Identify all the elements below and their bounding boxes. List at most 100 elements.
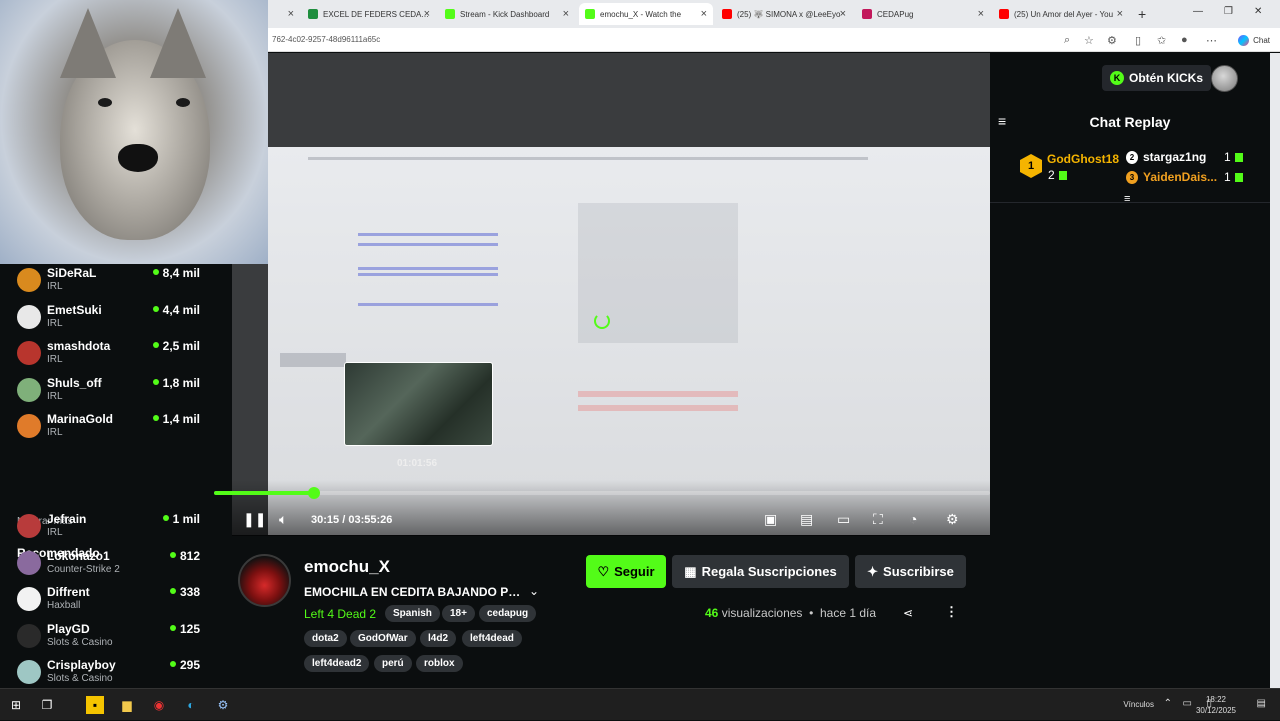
tag-pill[interactable]: left4dead2 <box>304 655 370 672</box>
gifter-name: YaidenDais... <box>1143 170 1218 184</box>
heart-icon: ♡ <box>597 563 610 579</box>
chevron-down-icon[interactable]: ⌄ <box>529 584 539 598</box>
more-options-icon[interactable]: ⋮ <box>945 604 958 620</box>
tag-pill[interactable]: left4dead <box>462 630 522 647</box>
sticky-notes-icon[interactable]: ▪ <box>86 696 104 714</box>
speed-icon[interactable]: ◔ <box>909 511 917 527</box>
tab-title: CEDAPug <box>877 9 914 19</box>
miniplayer-icon[interactable]: ▭ <box>837 511 850 528</box>
sidebar-channel[interactable]: Jefrain IRL 1 mil <box>17 510 207 544</box>
gift-subs-button[interactable]: ▦ Regala Suscripciones <box>672 555 849 588</box>
browser-tab[interactable]: CEDAPug × <box>856 3 990 25</box>
maximize-icon[interactable]: ❐ <box>1224 6 1233 17</box>
tag-pill[interactable]: perú <box>374 655 412 672</box>
close-icon[interactable]: × <box>701 8 707 20</box>
page-scrollbar[interactable] <box>1270 53 1280 688</box>
clip-icon[interactable]: ▣ <box>764 511 777 528</box>
browser-tab[interactable]: (25) Un Amor del Ayer - You × <box>993 3 1129 25</box>
tag-pill[interactable]: Spanish <box>385 605 440 622</box>
tag-pill[interactable]: cedapug <box>479 605 537 622</box>
share-icon[interactable]: ⋖ <box>903 606 913 620</box>
seek-handle[interactable] <box>307 487 320 499</box>
edge-icon[interactable]: ◐ <box>182 696 200 714</box>
rank-badge-icon: 2 <box>1126 151 1138 164</box>
close-icon[interactable]: × <box>563 8 569 20</box>
task-view-icon[interactable]: ❐ <box>38 696 56 714</box>
tag-pill[interactable]: 18+ <box>442 605 475 622</box>
chat-divider <box>990 202 1270 203</box>
extension-icon[interactable]: ⚙ <box>1107 34 1117 47</box>
sidebar-channel[interactable]: Crisplayboy Slots & Casino 295 <box>17 656 207 690</box>
split-screen-icon[interactable]: ▯ <box>1135 34 1141 47</box>
kick-coin-icon: K <box>1110 71 1124 85</box>
sidebar-channel[interactable]: smashdota IRL 2,5 mil <box>17 337 207 371</box>
keyboard-icon[interactable]: ▭ <box>1183 698 1192 709</box>
browser-tab[interactable]: Stream - Kick Dashboard × <box>439 3 575 25</box>
tag-pill[interactable]: roblox <box>416 655 463 672</box>
zoom-icon[interactable]: ⌕ <box>1064 34 1070 47</box>
steam-icon[interactable]: ⚙ <box>214 696 232 714</box>
sidebar-channel[interactable]: Lokonazo1 Counter-Strike 2 812 <box>17 547 207 581</box>
favorite-icon[interactable]: ☆ <box>1084 34 1094 47</box>
follow-button[interactable]: ♡ Seguir <box>586 555 666 588</box>
browser-tab[interactable]: emochu_X - Watch the × <box>579 3 713 25</box>
clock[interactable]: 18:22 30/12/2025 <box>1196 694 1236 716</box>
more-icon[interactable]: ⋯ <box>1206 34 1217 47</box>
channel-name: EmetSuki <box>47 302 102 317</box>
close-icon[interactable]: × <box>288 8 294 20</box>
profile-icon[interactable]: ● <box>1181 34 1188 46</box>
gift-icon <box>1234 153 1243 162</box>
close-icon[interactable]: × <box>840 8 846 20</box>
chevron-up-icon[interactable]: ⌃ <box>1164 698 1172 709</box>
tag-pill[interactable]: GodOfWar <box>350 630 416 647</box>
theater-icon[interactable]: ▤ <box>800 511 813 528</box>
channel-name: MarinaGold <box>47 412 114 426</box>
expand-leaderboard-icon[interactable]: ≡ <box>1124 193 1130 205</box>
close-icon[interactable]: × <box>1117 8 1123 20</box>
url-text[interactable]: 762-4c02-9257-48d96111a65c <box>272 35 380 44</box>
gift-count: 2 <box>1048 168 1055 182</box>
copilot-chat-button[interactable]: Chat <box>1238 32 1270 48</box>
settings-icon[interactable]: ⚙ <box>946 511 959 528</box>
close-icon[interactable]: × <box>978 8 984 20</box>
tag-pill[interactable]: l4d2 <box>420 630 457 647</box>
streamer-avatar[interactable] <box>238 554 291 607</box>
volume-icon[interactable]: 🔈︎ <box>279 511 287 528</box>
viewer-count: 1 mil <box>163 512 200 526</box>
new-tab-button[interactable]: + <box>1132 3 1156 25</box>
channel-avatar <box>17 660 41 684</box>
sidebar-channel[interactable]: Diffrent Haxball 338 <box>17 583 207 617</box>
links-label[interactable]: Vínculos <box>1123 700 1154 709</box>
sidebar-channel[interactable]: PlayGD Slots & Casino 125 <box>17 620 207 654</box>
browser-tab[interactable]: (25) 🐺 SIMONA x @LeeEyo × <box>716 3 852 25</box>
user-avatar[interactable] <box>1211 65 1238 92</box>
get-kicks-button[interactable]: K Obtén KICKs <box>1102 65 1212 91</box>
close-window-icon[interactable]: ✕ <box>1254 6 1262 17</box>
pause-icon[interactable]: ❚❚ <box>243 511 266 528</box>
channel-avatar <box>17 268 41 292</box>
close-icon[interactable]: × <box>424 8 430 20</box>
channel-category: IRL <box>47 390 63 402</box>
sidebar-channel[interactable]: SiDeRaL IRL 8,4 mil <box>17 264 207 298</box>
sidebar-channel[interactable]: EmetSuki IRL 4,4 mil <box>17 301 207 335</box>
video-player[interactable] <box>232 53 990 535</box>
file-explorer-icon[interactable]: ▆ <box>118 696 136 714</box>
sidebar-channel[interactable]: Shuls_off IRL 1,8 mil <box>17 374 207 408</box>
seek-bar[interactable] <box>214 491 990 495</box>
streamer-name[interactable]: emochu_X <box>304 557 390 577</box>
gift-icon <box>1234 173 1243 182</box>
gift-icon: ▦ <box>684 563 697 579</box>
notification-icon[interactable]: ▤ <box>1257 698 1266 709</box>
fullscreen-icon[interactable]: ⛶ <box>873 511 883 528</box>
category-link[interactable]: Left 4 Dead 2 <box>304 607 376 621</box>
subscribe-button[interactable]: ✦ Suscribirse <box>855 555 966 588</box>
windows-start-icon[interactable]: ⊞ <box>7 696 25 714</box>
obs-icon[interactable]: ◉ <box>150 696 168 714</box>
channel-avatar <box>17 341 41 365</box>
favorites-icon[interactable]: ✩ <box>1157 34 1166 47</box>
minimize-icon[interactable]: — <box>1193 6 1203 17</box>
sidebar-channel[interactable]: MarinaGold IRL 1,4 mil <box>17 410 207 444</box>
tag-pill[interactable]: dota2 <box>304 630 347 647</box>
browser-tab[interactable]: EXCEL DE FEDERS CEDA - Ho × <box>302 3 436 25</box>
tab-partial-close[interactable]: × <box>270 3 300 25</box>
